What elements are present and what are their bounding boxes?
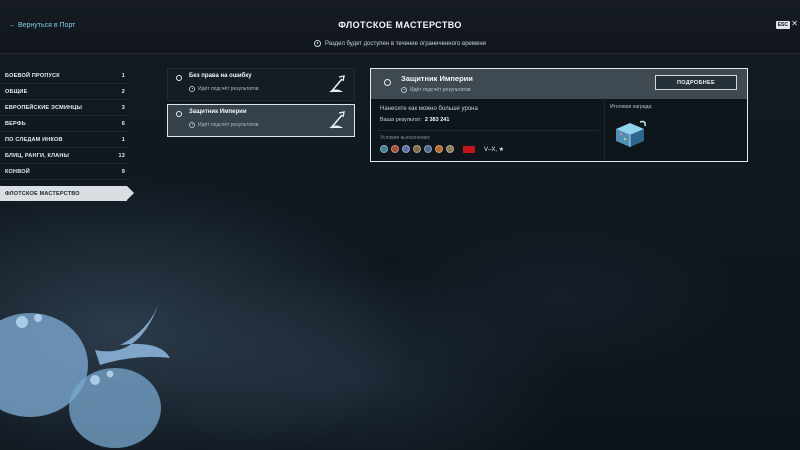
ussr-flag-icon [463, 145, 475, 153]
challenge-status-text: Идёт подсчёт результатов [198, 86, 259, 92]
category-label: ЕВРОПЕЙСКИЕ ЭСМИНЦЫ [5, 104, 83, 111]
clock-icon [313, 40, 321, 47]
detail-title: Защитник Империи [401, 74, 473, 83]
category-convoy[interactable]: КОНВОЙ 9 [0, 164, 130, 180]
nation-icon [402, 145, 410, 153]
category-general[interactable]: ОБЩИЕ 2 [0, 84, 130, 100]
detail-status: Идёт подсчёт результатов [401, 87, 471, 93]
tier-range: V–X, ★ [484, 146, 505, 153]
clock-icon [401, 87, 407, 93]
category-count: 1 [121, 136, 125, 143]
category-label: ПО СЛЕДАМ ИНКОВ [5, 136, 63, 143]
challenge-status: Идёт подсчёт результатов [189, 122, 259, 128]
notice-text: Раздел будет доступен в течение ограниче… [324, 40, 487, 47]
esc-key-badge[interactable]: ESC [775, 21, 790, 29]
category-count: 3 [121, 104, 125, 111]
top-bar: ← Вернуться в Порт ФЛОТСКОЕ МАСТЕРСТВО Р… [0, 0, 800, 54]
trident-icon [329, 111, 345, 129]
challenge-title: Защитник Империи [189, 109, 247, 115]
nation-icon [391, 145, 399, 153]
divider [377, 130, 599, 131]
nation-icon [380, 145, 388, 153]
player-result: Ваша результат: 2 383 241 [380, 117, 449, 123]
clock-icon [189, 122, 195, 128]
category-count: 1 [121, 72, 125, 79]
sea-creature-artwork [0, 300, 170, 448]
detail-status-text: Идёт подсчёт результатов [410, 87, 471, 93]
category-inca-trail[interactable]: ПО СЛЕДАМ ИНКОВ 1 [0, 132, 130, 148]
radio-indicator [176, 75, 182, 81]
page-title: ФЛОТСКОЕ МАСТЕРСТВО [338, 20, 462, 30]
challenge-card-no-mistakes[interactable]: Без права на ошибку Идёт подсчёт результ… [167, 68, 355, 101]
result-value: 2 383 241 [424, 117, 450, 123]
category-list: БОЕВОЙ ПРОПУСК 1 ОБЩИЕ 2 ЕВРОПЕЙСКИЕ ЭСМ… [0, 68, 130, 180]
detail-header: Защитник Империи Идёт подсчёт результато… [371, 69, 747, 99]
category-count: 2 [121, 88, 125, 95]
category-shipyard[interactable]: ВЕРФЬ 6 [0, 116, 130, 132]
radio-indicator [176, 111, 182, 117]
category-count: 6 [121, 120, 125, 127]
conditions-row: V–X, ★ [380, 145, 504, 153]
category-blitz-ranked-clans[interactable]: БЛИЦ, РАНГИ, КЛАНЫ 13 [0, 148, 130, 164]
category-fleet-mastery-active[interactable]: ФЛОТСКОЕ МАСТЕРСТВО [0, 186, 134, 201]
result-label: Ваша результат: [380, 117, 422, 123]
divider [604, 99, 605, 160]
category-label: ОБЩИЕ [5, 88, 28, 95]
challenge-detail-panel: Защитник Империи Идёт подсчёт результато… [370, 68, 748, 162]
conditions-label: Условия выполнения: [380, 135, 431, 141]
category-label: БЛИЦ, РАНГИ, КЛАНЫ [5, 152, 70, 159]
challenge-card-empire-defender[interactable]: Защитник Империи Идёт подсчёт результато… [167, 104, 355, 137]
clock-icon [189, 86, 195, 92]
trident-icon [329, 75, 345, 93]
nation-icon [435, 145, 443, 153]
category-count: 9 [121, 168, 125, 175]
radio-indicator [384, 79, 391, 86]
category-label: КОНВОЙ [5, 168, 30, 175]
challenge-status: Идёт подсчёт результатов [189, 86, 259, 92]
category-label: ВЕРФЬ [5, 120, 26, 127]
time-limited-notice: Раздел будет доступен в течение ограниче… [0, 40, 800, 47]
challenge-title: Без права на ошибку [189, 73, 252, 79]
category-count: 13 [118, 152, 125, 159]
task-description: Нанесите как можно больше урона [380, 106, 478, 112]
more-details-button[interactable]: ПОДРОБНЕЕ [655, 75, 737, 90]
nation-icon [446, 145, 454, 153]
category-battle-pass[interactable]: БОЕВОЙ ПРОПУСК 1 [0, 68, 130, 84]
nation-icon [413, 145, 421, 153]
nation-icon [424, 145, 432, 153]
category-european-destroyers[interactable]: ЕВРОПЕЙСКИЕ ЭСМИНЦЫ 3 [0, 100, 130, 116]
close-icon[interactable]: ✕ [791, 19, 798, 28]
reward-label: Итоговая награда: [610, 104, 653, 110]
container-reward-icon [616, 120, 646, 147]
category-label: БОЕВОЙ ПРОПУСК [5, 72, 60, 79]
challenge-status-text: Идёт подсчёт результатов [198, 122, 259, 128]
